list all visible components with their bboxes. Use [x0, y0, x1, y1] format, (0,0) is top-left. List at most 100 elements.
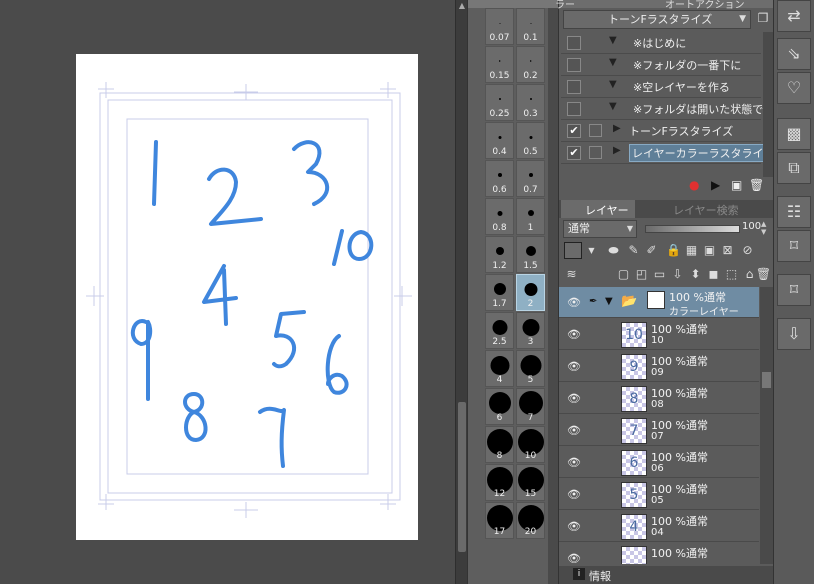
eye-icon[interactable]: 👁: [567, 328, 581, 341]
folder-open-icon[interactable]: ⌑: [777, 230, 811, 262]
folder-arrow-icon[interactable]: ⇘: [777, 38, 811, 70]
eye-icon[interactable]: 👁: [567, 488, 581, 501]
expand-icon[interactable]: ▼: [609, 79, 617, 90]
opacity-stepper[interactable]: ▲ ▼: [761, 220, 766, 236]
brush-size-3[interactable]: 3: [516, 312, 545, 349]
layer-stack-icon[interactable]: ≋: [563, 266, 580, 283]
folder-stack-icon[interactable]: ⧉: [777, 152, 811, 184]
play-icon[interactable]: ▶: [711, 178, 720, 192]
new-raster-layer-icon[interactable]: ▢: [615, 266, 632, 283]
brush-palette-scrollbar[interactable]: [548, 8, 558, 584]
brush-size-12[interactable]: 12: [485, 464, 514, 501]
collapse-icon[interactable]: ▶: [613, 145, 621, 156]
lock-transparent-icon[interactable]: ▦: [683, 242, 700, 259]
expand-icon[interactable]: ▼: [609, 35, 617, 46]
chevron-down-icon[interactable]: ▼: [583, 242, 600, 259]
brush-size-20[interactable]: 20: [516, 502, 545, 539]
auto-action-item[interactable]: ▼ ※はじめに: [561, 32, 761, 54]
layer-row[interactable]: 👁 10 100 %通常 10: [559, 319, 759, 350]
folder-heart-icon[interactable]: ♡: [777, 72, 811, 104]
record-icon[interactable]: ●: [689, 178, 699, 192]
layer-row[interactable]: 👁 9 100 %通常 09: [559, 351, 759, 382]
brush-size-0_15[interactable]: 0.15: [485, 46, 514, 83]
expand-icon[interactable]: ▼: [609, 101, 617, 112]
brush-size-0_3[interactable]: 0.3: [516, 84, 545, 121]
expand-icon[interactable]: ▼: [609, 57, 617, 68]
brush-size-0_7[interactable]: 0.7: [516, 160, 545, 197]
brush-size-1[interactable]: 1: [516, 198, 545, 235]
layer-scroll-thumb[interactable]: [762, 372, 771, 388]
layer-row[interactable]: 👁 5 100 %通常 05: [559, 479, 759, 510]
brush-size-10[interactable]: 10: [516, 426, 545, 463]
action-dialog-checkbox[interactable]: [589, 146, 602, 159]
mask-icon[interactable]: ◼: [705, 266, 722, 283]
eye-icon[interactable]: 👁: [567, 456, 581, 469]
eye-icon[interactable]: 👁: [567, 360, 581, 373]
scroll-thumb[interactable]: [458, 402, 466, 552]
merge-down-icon[interactable]: ⬍: [687, 266, 704, 283]
transfer-down-icon[interactable]: ⇩: [669, 266, 686, 283]
eye-icon[interactable]: 👁: [567, 424, 581, 437]
palette-toggle-icon[interactable]: ⇄: [777, 0, 811, 32]
new-vector-layer-icon[interactable]: ◰: [633, 266, 650, 283]
eye-icon[interactable]: 👁: [567, 520, 581, 533]
new-folder-icon[interactable]: ▭: [651, 266, 668, 283]
brush-size-1_5[interactable]: 1.5: [516, 236, 545, 273]
info-tab[interactable]: i 情報: [559, 566, 774, 584]
brush-size-1_2[interactable]: 1.2: [485, 236, 514, 273]
canvas-paper[interactable]: [76, 54, 418, 540]
action-enable-checkbox[interactable]: [567, 58, 581, 72]
action-enable-checkbox[interactable]: [567, 102, 581, 116]
layer-color-swatch[interactable]: [564, 242, 582, 259]
auto-action-item[interactable]: ✔ ▶ レイヤーカラーラスタライズ: [561, 142, 778, 164]
eye-icon[interactable]: 👁: [567, 552, 581, 564]
brush-size-0_5[interactable]: 0.5: [516, 122, 545, 159]
brush-size-1_7[interactable]: 1.7: [485, 274, 514, 311]
delete-action-icon[interactable]: 🗑: [749, 178, 764, 192]
layer-row[interactable]: 👁 6 100 %通常 06: [559, 447, 759, 478]
brush-size-0_2[interactable]: 0.2: [516, 46, 545, 83]
action-enable-checkbox[interactable]: ✔: [567, 124, 581, 138]
folder-users-icon[interactable]: ☷: [777, 196, 811, 228]
folder-expand-icon[interactable]: ▼: [605, 296, 613, 307]
brush-size-5[interactable]: 5: [516, 350, 545, 387]
canvas-area[interactable]: [0, 0, 455, 584]
brush-size-15[interactable]: 15: [516, 464, 545, 501]
opacity-value[interactable]: 100: [742, 221, 761, 232]
new-action-set-icon[interactable]: ❐: [755, 11, 771, 28]
tab-layer[interactable]: レイヤー: [561, 200, 635, 218]
layer-row[interactable]: 👁 7 100 %通常 07: [559, 415, 759, 446]
layer-folder-row[interactable]: 👁 ✒ ▼ 📂 100 %通常 カラーレイヤー: [559, 287, 759, 318]
folder-tone-icon[interactable]: ▩: [777, 118, 811, 150]
brush-size-2_5[interactable]: 2.5: [485, 312, 514, 349]
brush-size-7[interactable]: 7: [516, 388, 545, 425]
auto-action-item[interactable]: ▼ ※空レイヤーを作る: [561, 76, 761, 98]
eye-icon[interactable]: 👁: [567, 296, 581, 309]
auto-action-item[interactable]: ▼ ※フォルダの一番下に: [561, 54, 761, 76]
brush-size-17[interactable]: 17: [485, 502, 514, 539]
folder-download-icon[interactable]: ⇩: [777, 318, 811, 350]
brush-size-6[interactable]: 6: [485, 388, 514, 425]
layer-color-icon[interactable]: ⊘: [739, 242, 756, 259]
eye-icon[interactable]: 👁: [567, 392, 581, 405]
action-enable-checkbox[interactable]: [567, 36, 581, 50]
brush-size-0_25[interactable]: 0.25: [485, 84, 514, 121]
brush-size-0_1[interactable]: 0.1: [516, 8, 545, 45]
mask-enable-icon[interactable]: ▣: [701, 242, 718, 259]
auto-action-item[interactable]: ✔ ▶ トーンFラスタライズ: [561, 120, 761, 142]
blend-mode-select[interactable]: 通常 ▼: [563, 220, 637, 238]
folder-icon[interactable]: ⌑: [777, 274, 811, 306]
brush-size-2[interactable]: 2: [516, 274, 545, 311]
action-dialog-checkbox[interactable]: [589, 124, 602, 137]
layer-row[interactable]: 👁 100 %通常: [559, 543, 759, 564]
scroll-up-arrow-icon[interactable]: ▲: [457, 0, 467, 12]
brush-size-0_4[interactable]: 0.4: [485, 122, 514, 159]
palette-color-icon[interactable]: ⊠: [719, 242, 736, 259]
layer-row[interactable]: 👁 4 100 %通常 04: [559, 511, 759, 542]
brush-size-0_6[interactable]: 0.6: [485, 160, 514, 197]
brush-size-4[interactable]: 4: [485, 350, 514, 387]
layer-scrollbar[interactable]: [760, 287, 773, 564]
brush-size-8[interactable]: 8: [485, 426, 514, 463]
clipping-icon[interactable]: ⬬: [605, 242, 622, 259]
auto-action-set-select[interactable]: トーンFラスタライズ ▼: [563, 10, 751, 29]
